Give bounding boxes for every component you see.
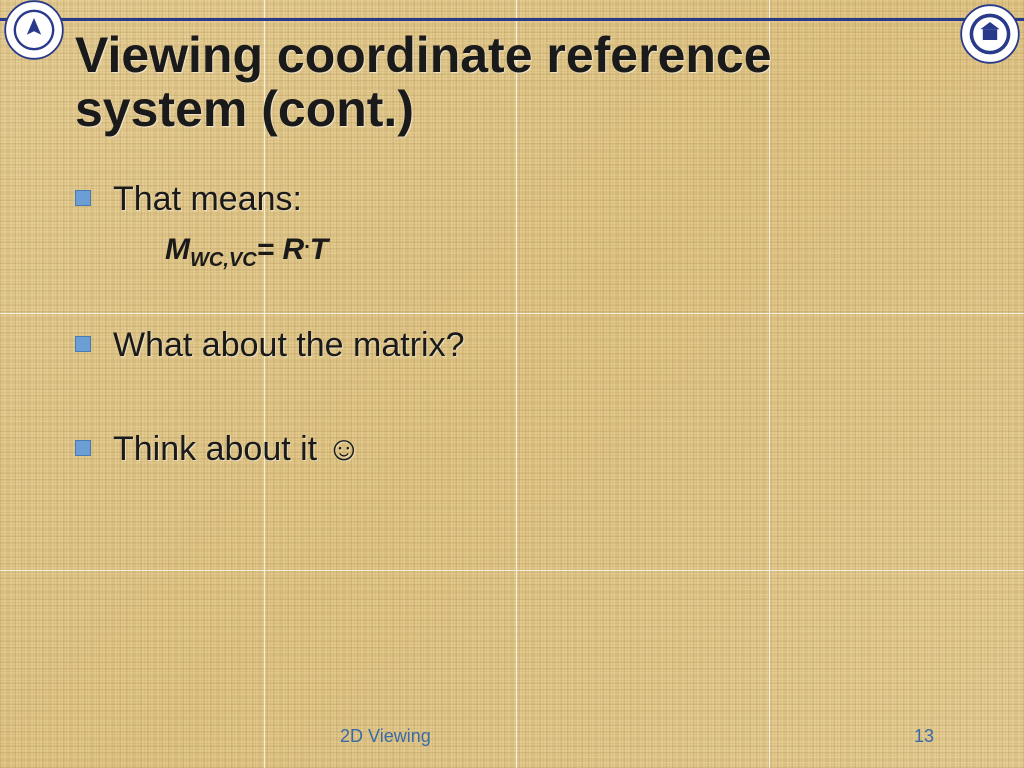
bullet-icon	[75, 440, 91, 456]
slide-body: That means: MWC,VC= R.T What about the m…	[75, 178, 944, 481]
slide-number: 13	[914, 726, 934, 747]
university-seal-right	[960, 4, 1020, 64]
bullet-3: Think about it ☺	[75, 428, 944, 471]
bullet-icon	[75, 336, 91, 352]
smiley-icon: ☺	[327, 430, 362, 468]
bullet-3-text: Think about it ☺	[113, 428, 361, 471]
bullet-2: What about the matrix?	[75, 324, 944, 367]
bullet-1: That means:	[75, 178, 944, 221]
footer-title: 2D Viewing	[340, 726, 431, 747]
university-seal-left	[4, 0, 64, 60]
bullet-2-text: What about the matrix?	[113, 324, 465, 367]
bullet-icon	[75, 190, 91, 206]
bullet-1-text: That means:	[113, 178, 302, 221]
slide-title: Viewing coordinate reference system (con…	[75, 28, 944, 136]
header-rule	[0, 18, 1024, 21]
formula: MWC,VC= R.T	[165, 231, 944, 272]
slide-footer: 2D Viewing 13	[0, 726, 1024, 750]
